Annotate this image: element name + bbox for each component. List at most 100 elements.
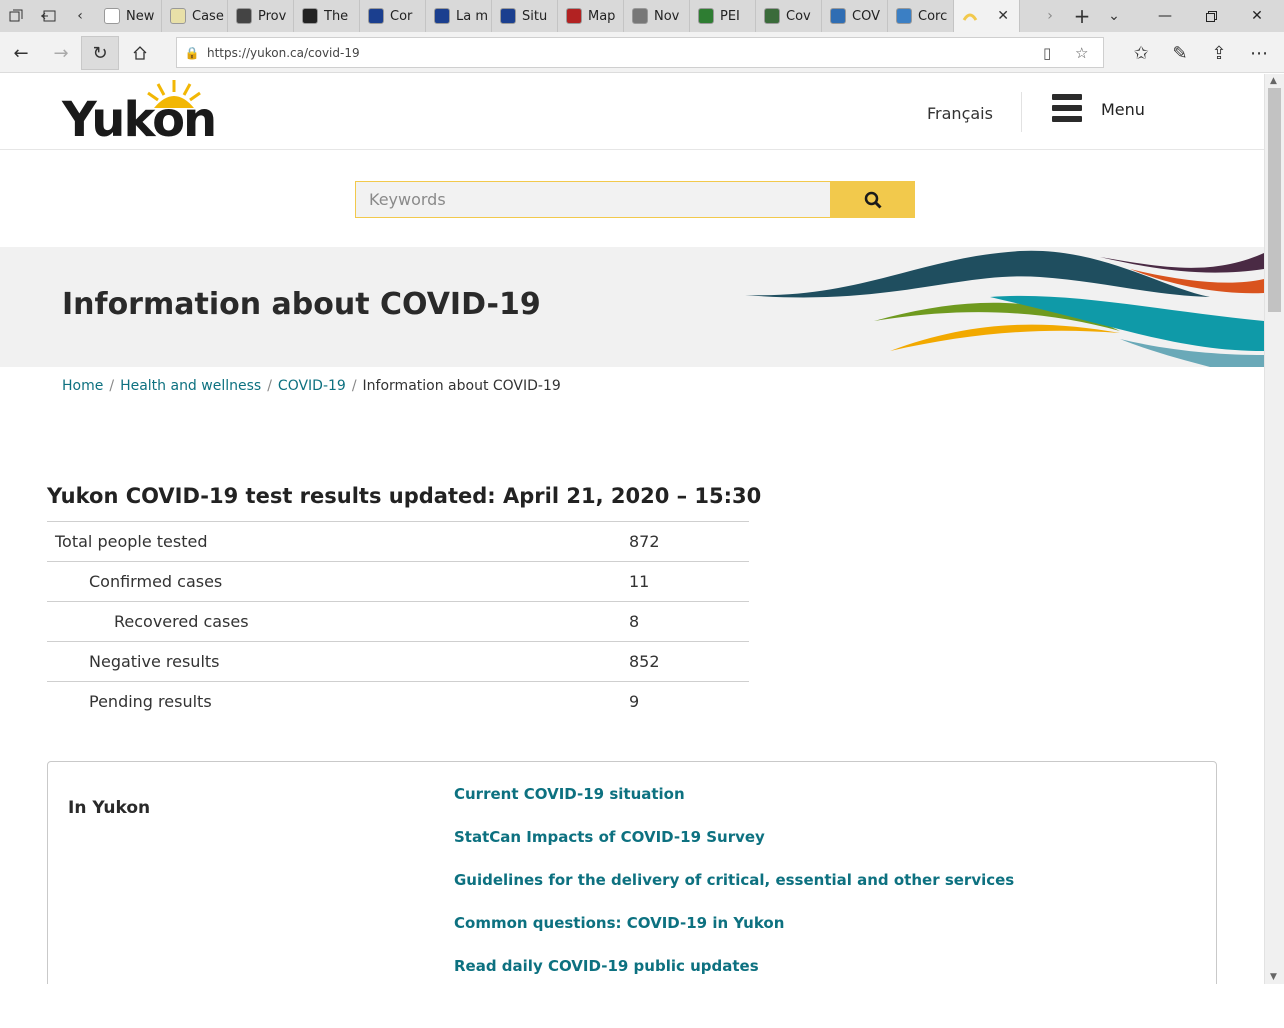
search-button[interactable] xyxy=(830,181,915,218)
menu-button-label[interactable]: Menu xyxy=(1101,100,1145,119)
forward-icon[interactable]: → xyxy=(42,36,80,70)
scrollbar-thumb[interactable] xyxy=(1268,88,1281,312)
search-input[interactable] xyxy=(369,190,809,209)
scroll-down-icon[interactable]: ▼ xyxy=(1270,972,1277,982)
browser-tab[interactable]: New xyxy=(96,0,162,32)
tab-label: The xyxy=(324,8,349,24)
link-daily-updates[interactable]: Read daily COVID-19 public updates xyxy=(454,957,759,975)
tab-favicon-icon xyxy=(896,8,912,24)
more-icon[interactable]: ⋯ xyxy=(1240,36,1278,70)
decorative-wave-graphic xyxy=(745,250,1264,367)
browser-tab[interactable]: Case xyxy=(162,0,228,32)
restore-icon[interactable] xyxy=(1188,0,1234,32)
back-icon[interactable]: ← xyxy=(2,36,40,70)
tab-favicon-icon xyxy=(302,8,318,24)
tab-favicon-icon xyxy=(434,8,450,24)
browser-tab-bar: ‹ New Case Prov The Cor La m Situ Map Nov PEI Cov C… xyxy=(0,0,1284,32)
browser-tab[interactable]: PEI xyxy=(690,0,756,32)
scroll-up-icon[interactable]: ▲ xyxy=(1270,76,1277,86)
tab-label: PEI xyxy=(720,8,740,24)
logo-text: Yukon xyxy=(62,92,217,148)
breadcrumb-home-link[interactable]: Home xyxy=(62,378,103,394)
url-input[interactable] xyxy=(207,45,1007,60)
tab-list-icon[interactable] xyxy=(0,0,32,32)
new-tab-icon[interactable]: + xyxy=(1066,0,1098,32)
address-bar[interactable]: 🔒 ▯ ☆ xyxy=(176,37,1104,68)
browser-tab[interactable]: Nov xyxy=(624,0,690,32)
table-row: Total people tested 872 xyxy=(47,521,749,562)
reading-view-icon[interactable]: ▯ xyxy=(1043,44,1051,62)
list-item: Read daily COVID-19 public updates xyxy=(454,956,1014,984)
row-label-negative: Negative results xyxy=(47,641,629,682)
scroll-tabs-right-icon[interactable]: › xyxy=(1034,0,1066,32)
tab-active-yukon[interactable]: ✕ xyxy=(954,0,1020,32)
breadcrumb-covid-link[interactable]: COVID-19 xyxy=(278,378,346,394)
site-header: Yukon Français Menu xyxy=(0,74,1264,150)
tab-dropdown-icon[interactable]: ⌄ xyxy=(1098,0,1130,32)
tab-label: New xyxy=(126,8,155,24)
row-label-total-tested: Total people tested xyxy=(47,521,629,562)
browser-tab[interactable]: Cov xyxy=(756,0,822,32)
in-yukon-link-list: Current COVID-19 situation StatCan Impac… xyxy=(454,784,1014,984)
minimize-icon[interactable]: — xyxy=(1142,0,1188,32)
table-row: Recovered cases 8 xyxy=(47,601,749,642)
scroll-tabs-left-icon[interactable]: ‹ xyxy=(64,0,96,32)
set-tabs-aside-icon[interactable] xyxy=(32,0,64,32)
header-divider xyxy=(1021,92,1022,132)
breadcrumb-health-link[interactable]: Health and wellness xyxy=(120,378,261,394)
close-tab-icon[interactable]: ✕ xyxy=(997,8,1009,24)
row-value-recovered: 8 xyxy=(629,601,749,642)
tab-label: Case xyxy=(192,8,224,24)
breadcrumb-separator: / xyxy=(267,378,272,394)
browser-tab[interactable]: La m xyxy=(426,0,492,32)
browser-tab[interactable]: Prov xyxy=(228,0,294,32)
table-row: Confirmed cases 11 xyxy=(47,561,749,602)
browser-tab[interactable]: Map xyxy=(558,0,624,32)
browser-tab[interactable]: Corc xyxy=(888,0,954,32)
lock-icon: 🔒 xyxy=(184,45,200,60)
breadcrumb: Home / Health and wellness / COVID-19 / … xyxy=(62,378,561,394)
hamburger-menu-icon[interactable] xyxy=(1052,94,1082,122)
link-current-situation[interactable]: Current COVID-19 situation xyxy=(454,785,685,803)
tab-favicon-icon xyxy=(368,8,384,24)
yukon-favicon-icon xyxy=(962,13,978,21)
tab-label: Corc xyxy=(918,8,948,24)
tab-favicon-icon xyxy=(566,8,582,24)
search-field[interactable] xyxy=(355,181,831,218)
link-service-guidelines[interactable]: Guidelines for the delivery of critical,… xyxy=(454,871,1014,889)
search-band xyxy=(0,151,1264,247)
page-scrollbar[interactable]: ▲ ▼ xyxy=(1264,74,1284,984)
link-statcan-survey[interactable]: StatCan Impacts of COVID-19 Survey xyxy=(454,828,765,846)
home-icon[interactable] xyxy=(121,36,159,70)
language-toggle-link[interactable]: Français xyxy=(927,104,993,123)
tab-favicon-icon xyxy=(764,8,780,24)
tab-label: Prov xyxy=(258,8,287,24)
list-item: Guidelines for the delivery of critical,… xyxy=(454,870,1014,913)
tab-favicon-icon xyxy=(236,8,252,24)
browser-tab[interactable]: COV xyxy=(822,0,888,32)
row-label-recovered: Recovered cases xyxy=(47,601,629,642)
link-common-questions[interactable]: Common questions: COVID-19 in Yukon xyxy=(454,914,784,932)
favorites-icon[interactable]: ✩ xyxy=(1122,36,1160,70)
tab-favicon-icon xyxy=(170,8,186,24)
table-row: Negative results 852 xyxy=(47,641,749,682)
row-label-confirmed: Confirmed cases xyxy=(47,561,629,602)
window-bottom-edge xyxy=(0,984,1284,1028)
test-results-table: Total people tested 872 Confirmed cases … xyxy=(47,521,749,722)
yukon-logo[interactable]: Yukon xyxy=(62,78,222,148)
share-icon[interactable]: ⇪ xyxy=(1200,36,1238,70)
favorite-star-icon[interactable]: ☆ xyxy=(1075,44,1088,62)
tab-favicon-icon xyxy=(830,8,846,24)
row-value-negative: 852 xyxy=(629,641,749,682)
browser-tab[interactable]: Situ xyxy=(492,0,558,32)
refresh-icon[interactable]: ↻ xyxy=(81,36,119,70)
row-label-pending: Pending results xyxy=(47,681,629,722)
breadcrumb-separator: / xyxy=(351,378,357,394)
browser-tab[interactable]: Cor xyxy=(360,0,426,32)
close-window-icon[interactable]: ✕ xyxy=(1234,0,1280,32)
breadcrumb-separator: / xyxy=(109,378,115,394)
row-value-total-tested: 872 xyxy=(629,521,749,562)
notes-icon[interactable]: ✎ xyxy=(1161,36,1199,70)
browser-tab[interactable]: The xyxy=(294,0,360,32)
in-yukon-panel: In Yukon Current COVID-19 situation Stat… xyxy=(47,761,1217,984)
